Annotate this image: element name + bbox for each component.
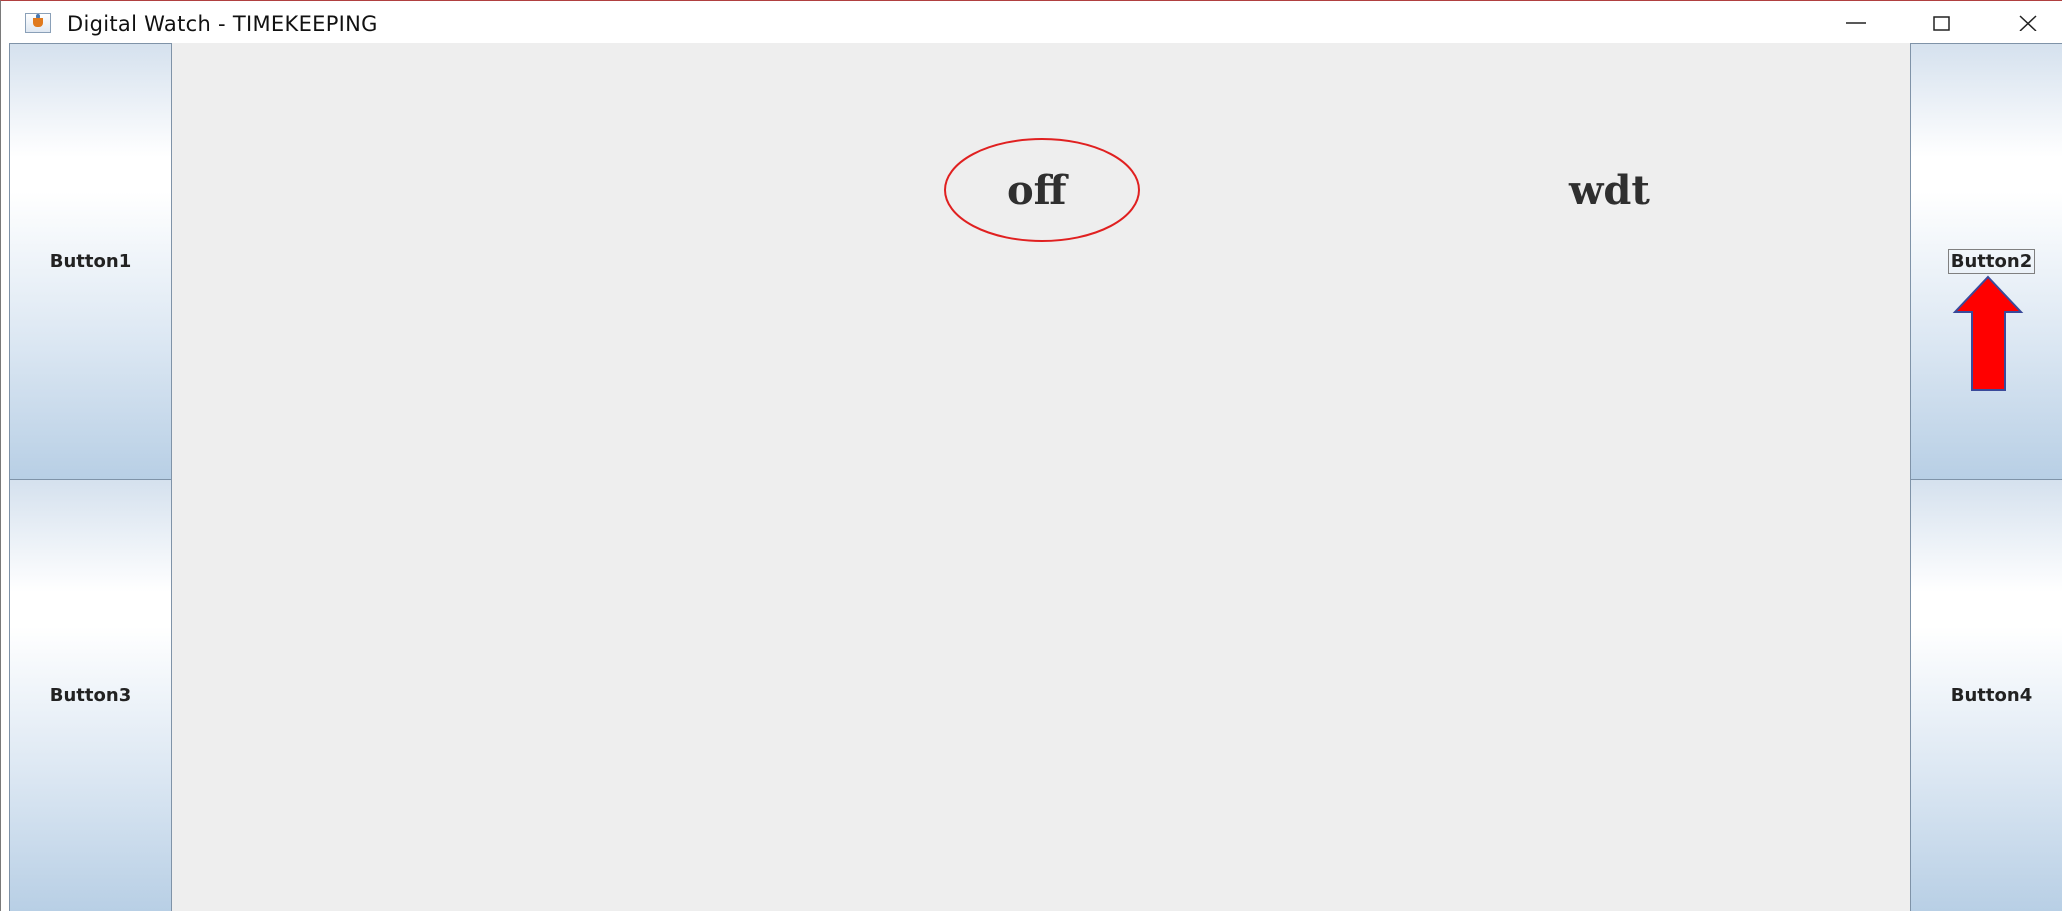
title-bar[interactable]: Digital Watch - TIMEKEEPING: [1, 1, 2062, 43]
button1[interactable]: Button1: [9, 43, 172, 480]
button3[interactable]: Button3: [9, 479, 172, 911]
maximize-icon: [1933, 16, 1950, 31]
window-title: Digital Watch - TIMEKEEPING: [67, 12, 378, 36]
button1-label: Button1: [49, 251, 132, 272]
close-icon: [2019, 15, 2037, 31]
button2[interactable]: Button2: [1910, 43, 2062, 480]
day-display: wdt: [1569, 167, 1650, 214]
minimize-icon: [1846, 22, 1866, 24]
app-window: Digital Watch - TIMEKEEPING Button1 Butt…: [0, 0, 2062, 911]
minimize-button[interactable]: [1813, 1, 1899, 43]
watch-panel: Button1 Button3 Button2 Button4 off wdt: [9, 43, 2062, 911]
java-cup-icon[interactable]: [25, 13, 51, 33]
mode-display: off: [1007, 167, 1067, 214]
maximize-button[interactable]: [1899, 1, 1985, 43]
button3-label: Button3: [49, 685, 132, 706]
button4[interactable]: Button4: [1910, 479, 2062, 911]
button4-label: Button4: [1950, 685, 2033, 706]
button2-label: Button2: [1947, 249, 2036, 274]
close-button[interactable]: [1985, 1, 2062, 43]
